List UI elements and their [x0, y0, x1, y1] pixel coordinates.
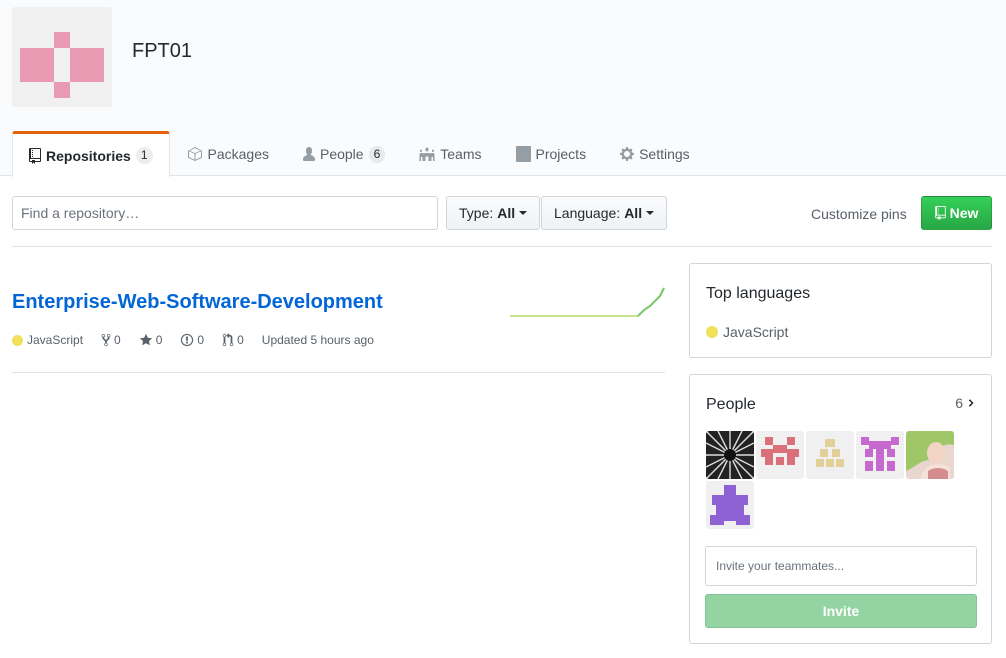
repo-stars[interactable]: 0	[139, 333, 163, 347]
repo-icon	[934, 206, 946, 220]
activity-sparkline	[510, 287, 665, 317]
issue-count: 0	[197, 333, 205, 347]
member-avatar[interactable]	[756, 431, 804, 479]
repo-pulls[interactable]: 0	[222, 333, 244, 347]
tab-repositories[interactable]: Repositories 1	[12, 131, 170, 177]
people-tab-count: 6	[368, 145, 386, 163]
new-button-label: New	[949, 205, 979, 221]
gear-icon	[620, 147, 635, 161]
fork-count: 0	[114, 333, 121, 347]
new-repo-button[interactable]: New	[921, 196, 992, 230]
tab-projects-label: Projects	[535, 146, 587, 162]
repo-link[interactable]: Enterprise-Web-Software-Development	[12, 291, 383, 314]
member-avatar[interactable]	[906, 431, 954, 479]
repositories-count: 1	[135, 147, 153, 164]
tab-settings-label: Settings	[639, 146, 690, 162]
invite-input[interactable]	[705, 546, 977, 586]
repo-meta: JavaScript 0 0 0 0 Updated 5 hours ago	[12, 330, 392, 350]
top-languages-box: Top languages JavaScript	[689, 263, 992, 358]
package-icon	[187, 147, 202, 161]
repo-language-label: JavaScript	[27, 333, 84, 347]
customize-pins-link[interactable]: Customize pins	[811, 206, 907, 222]
repo-updated: Updated 5 hours ago	[261, 333, 374, 347]
person-icon	[302, 147, 315, 161]
tab-people[interactable]: People 6	[286, 131, 402, 176]
tab-settings[interactable]: Settings	[603, 131, 707, 176]
tab-projects[interactable]: Projects	[499, 131, 604, 176]
tab-repositories-label: Repositories	[46, 147, 131, 164]
top-language-label: JavaScript	[723, 324, 789, 340]
type-filter-label: Type:	[459, 205, 494, 221]
top-languages-title: Top languages	[706, 285, 811, 302]
language-filter-button[interactable]: Language: All	[541, 196, 668, 230]
top-language-item[interactable]: JavaScript	[706, 324, 788, 340]
people-count-link[interactable]: 6	[955, 395, 975, 411]
member-avatar[interactable]	[706, 431, 754, 479]
language-filter-value: All	[624, 205, 643, 221]
repo-search-input[interactable]	[12, 196, 438, 230]
org-header: FPT01 Repositories 1 Packages People 6 T…	[0, 0, 1006, 177]
org-tabs: Repositories 1 Packages People 6 Teams P…	[12, 131, 707, 177]
caret-down-icon	[646, 211, 655, 215]
pull-request-icon	[222, 333, 234, 347]
member-avatar[interactable]	[706, 481, 754, 529]
people-box: People 6 Invite your teammates... Invite	[689, 374, 992, 644]
repo-language: JavaScript	[12, 333, 83, 347]
pull-count: 0	[237, 333, 244, 347]
repo-issues[interactable]: 0	[180, 333, 204, 347]
member-avatar[interactable]	[856, 431, 904, 479]
caret-down-icon	[519, 211, 528, 215]
tab-teams-label: Teams	[440, 146, 482, 162]
chevron-right-icon	[968, 399, 974, 407]
fork-icon	[101, 333, 111, 347]
people-count: 6	[955, 395, 963, 411]
invite-button[interactable]: Invite	[705, 594, 977, 628]
tab-people-label: People	[319, 146, 364, 162]
divider	[12, 246, 992, 247]
tab-teams[interactable]: Teams	[402, 131, 498, 176]
star-icon	[139, 333, 152, 346]
repo-forks[interactable]: 0	[101, 333, 121, 347]
issue-icon	[181, 333, 194, 347]
language-color-dot	[706, 326, 718, 338]
member-avatar[interactable]	[806, 431, 854, 479]
language-filter-label: Language:	[554, 205, 621, 221]
language-color-dot	[12, 334, 23, 346]
type-filter-value: All	[497, 205, 516, 221]
org-name: FPT01	[132, 40, 193, 62]
teams-icon	[419, 147, 435, 161]
org-avatar	[12, 7, 112, 107]
star-count: 0	[155, 333, 163, 347]
tab-packages-label: Packages	[207, 146, 269, 162]
divider	[12, 372, 665, 373]
repo-icon	[29, 147, 41, 164]
type-filter-button[interactable]: Type: All	[446, 196, 541, 230]
tab-packages[interactable]: Packages	[170, 131, 286, 176]
project-icon	[515, 146, 531, 162]
people-title: People	[706, 396, 756, 413]
